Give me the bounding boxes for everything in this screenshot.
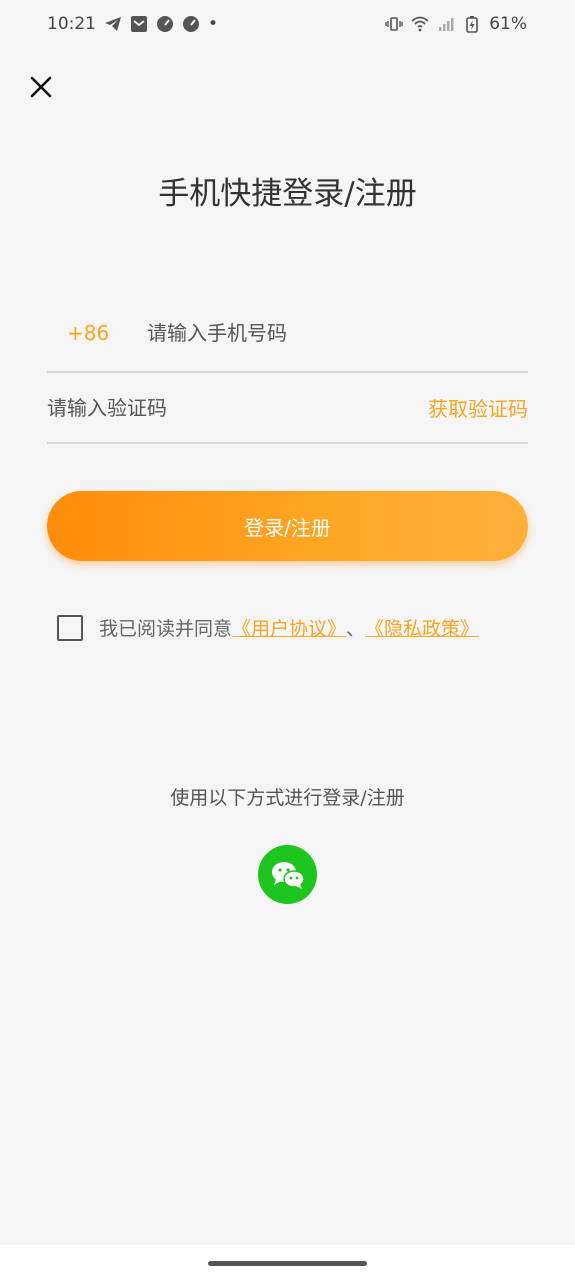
country-code-selector[interactable]: +86 [47,321,127,345]
phone-input[interactable] [127,321,528,345]
status-left: 10:21 • [47,14,218,34]
wechat-icon [271,861,305,889]
privacy-policy-link[interactable]: 《隐私政策》 [365,614,479,641]
navigation-bar [0,1245,575,1280]
agreement-checkbox[interactable] [57,614,83,641]
wifi-icon [411,15,429,33]
close-icon [30,76,52,98]
battery-charging-icon [463,15,481,33]
verification-code-input[interactable] [47,395,428,420]
message-icon [130,15,148,33]
verification-code-field: 获取验证码 [47,373,528,444]
vibrate-icon [385,15,403,33]
status-dot: • [208,14,219,34]
get-code-button[interactable]: 获取验证码 [428,393,528,422]
telegram-icon [104,15,122,33]
user-agreement-link[interactable]: 《用户协议》 [232,614,346,641]
status-bar: 10:21 • 61% [0,0,575,48]
home-indicator[interactable] [208,1261,367,1266]
speed-icon [182,15,200,33]
close-button[interactable] [26,72,56,102]
signal-icon [437,15,455,33]
battery-level: 61% [489,14,527,34]
login-register-button[interactable]: 登录/注册 [47,491,528,561]
agreement-row: 我已阅读并同意 《用户协议》 、 《隐私政策》 [57,614,479,641]
other-login-title: 使用以下方式进行登录/注册 [170,787,405,809]
agreement-prefix: 我已阅读并同意 [99,618,233,640]
page-title: 手机快捷登录/注册 [158,176,417,212]
wechat-login-button[interactable] [258,845,317,904]
status-time: 10:21 [47,14,96,34]
phone-field: +86 [47,295,528,373]
status-right: 61% [385,14,527,34]
speed-icon [156,15,174,33]
agreement-separator: 、 [346,618,366,640]
